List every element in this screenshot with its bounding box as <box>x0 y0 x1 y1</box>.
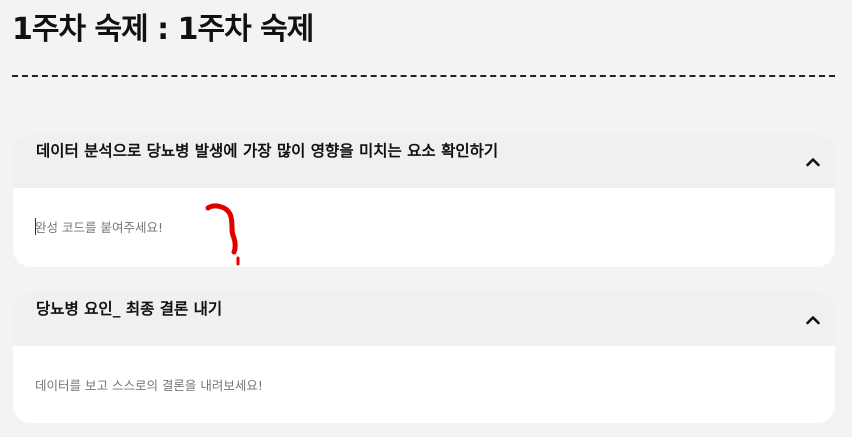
chevron-up-icon[interactable] <box>805 154 821 170</box>
card-header[interactable]: 당뇨병 요인_ 최종 결론 내기 <box>13 292 835 346</box>
answer-input[interactable] <box>35 374 795 396</box>
card-body <box>13 188 835 267</box>
question-card-2: 당뇨병 요인_ 최종 결론 내기 <box>13 292 835 423</box>
chevron-up-icon[interactable] <box>805 312 821 328</box>
card-body <box>13 346 835 423</box>
page-title: 1주차 숙제 : 1주차 숙제 <box>12 12 314 47</box>
question-card-1: 데이터 분석으로 당뇨병 발생에 가장 많이 영향을 미치는 요소 확인하기 <box>13 134 835 267</box>
card-title: 데이터 분석으로 당뇨병 발생에 가장 많이 영향을 미치는 요소 확인하기 <box>36 142 499 160</box>
answer-input[interactable] <box>35 216 795 238</box>
dashed-divider <box>12 75 835 77</box>
card-header[interactable]: 데이터 분석으로 당뇨병 발생에 가장 많이 영향을 미치는 요소 확인하기 <box>13 134 835 188</box>
card-title: 당뇨병 요인_ 최종 결론 내기 <box>36 300 223 318</box>
text-cursor <box>35 218 36 235</box>
